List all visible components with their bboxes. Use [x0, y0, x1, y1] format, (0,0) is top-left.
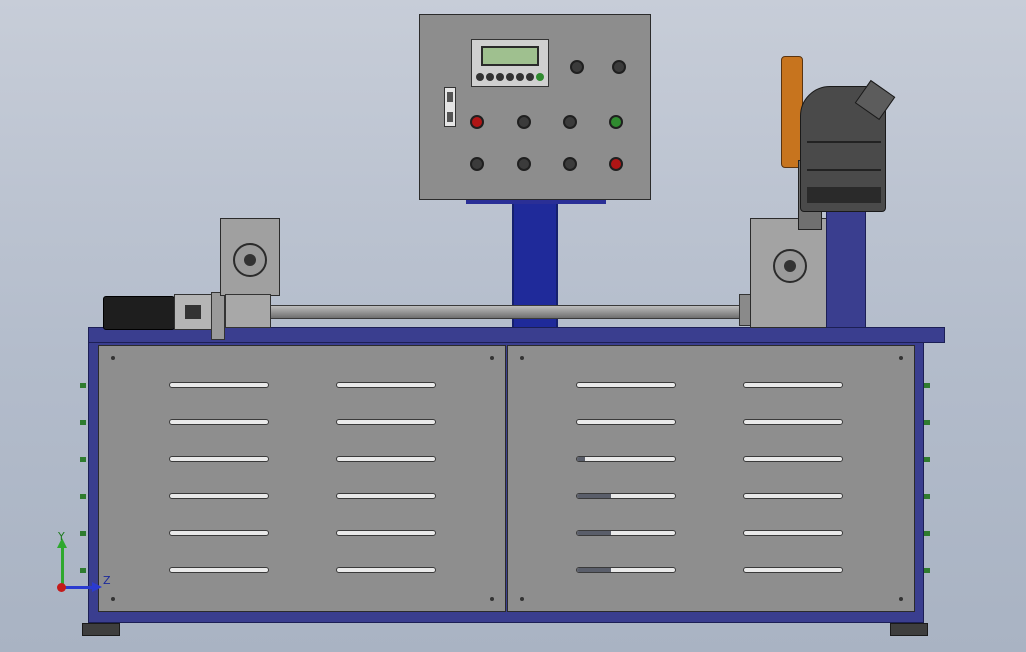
servo-motor: [103, 296, 175, 330]
panel-button-green[interactable]: [609, 115, 623, 129]
panel-button-red-1[interactable]: [470, 115, 484, 129]
panel-button-6[interactable]: [517, 157, 531, 171]
origin-dot: [57, 583, 66, 592]
lcd-screen: [481, 46, 539, 66]
keypad-icon[interactable]: [476, 73, 544, 82]
saw-column: [826, 210, 866, 328]
panel-button-red-2[interactable]: [609, 157, 623, 171]
left-carriage: [225, 294, 271, 328]
switch-icon[interactable]: [444, 87, 456, 127]
lcd-module[interactable]: [471, 39, 549, 87]
left-gearbox: [220, 218, 280, 296]
right-foot: [890, 623, 928, 636]
z-axis-arrow: [62, 586, 94, 589]
panel-button-2[interactable]: [612, 60, 626, 74]
motor-coupling: [174, 294, 212, 330]
right-cabinet-door[interactable]: [507, 345, 915, 612]
y-axis-arrow: [61, 544, 64, 588]
y-axis-label: Y: [58, 530, 65, 543]
left-foot: [82, 623, 120, 636]
left-cabinet-door[interactable]: [98, 345, 506, 612]
panel-button-4[interactable]: [563, 115, 577, 129]
control-panel-box[interactable]: [419, 14, 651, 200]
z-axis-label: Z: [103, 574, 111, 587]
coupling-bracket: [211, 292, 225, 340]
coordinate-triad: Y Z: [50, 530, 120, 600]
panel-button-1[interactable]: [570, 60, 584, 74]
panel-button-5[interactable]: [470, 157, 484, 171]
feed-shaft: [228, 305, 742, 319]
right-clamp-housing: [750, 218, 830, 328]
panel-button-3[interactable]: [517, 115, 531, 129]
panel-button-7[interactable]: [563, 157, 577, 171]
